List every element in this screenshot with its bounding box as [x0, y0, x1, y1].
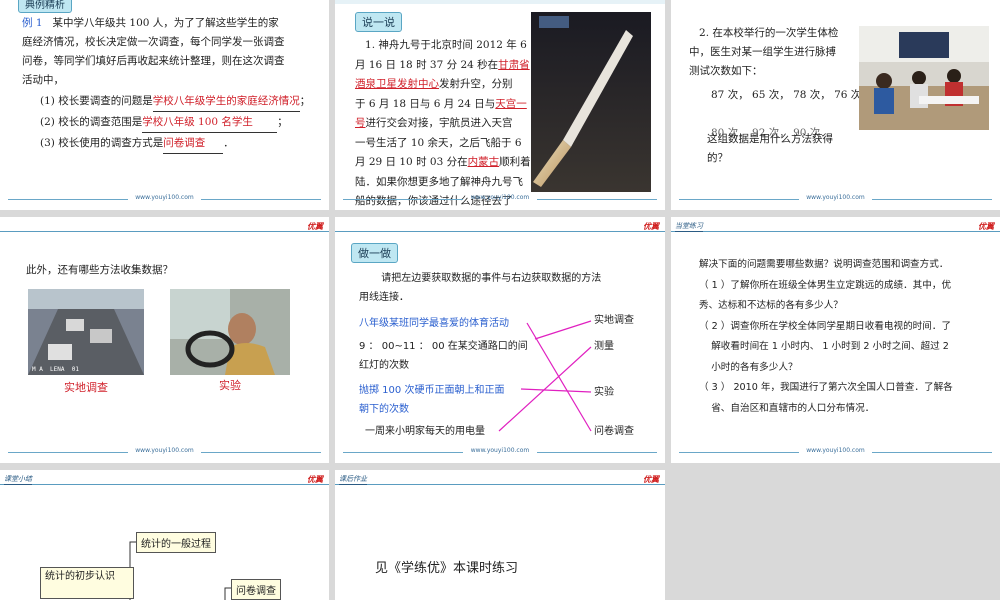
footer: www.youyi100.com	[671, 447, 1000, 457]
question-3: (3) 校长使用的调查方式是问卷调查．	[40, 134, 329, 154]
box-statistics-intro: 统计的初步认识	[40, 567, 134, 599]
methods-question: 此外，还有哪些方法收集数据？	[26, 264, 173, 276]
rocket-photo	[531, 12, 651, 192]
shenzhou-text: 1. 神舟九号于北京时间 2012 年 6 月 16 日 18 时 37 分 2…	[355, 39, 531, 207]
talk-tag: 说一说	[355, 12, 402, 32]
pulse-question: 这组数据是用什么方法获得 的？	[707, 133, 833, 164]
slide-summary: 课堂小结 优翼 统计的初步认识 统计的一般过程 问卷调查	[0, 470, 329, 600]
slide-header: 当堂练习 优翼	[671, 221, 1000, 235]
slide-pulse: 2. 在本校举行的一次学生体检 中，医生对某一组学生进行脉搏 测试次数如下： 8…	[671, 0, 1000, 210]
matching-lines	[498, 320, 592, 432]
section-tag: 典例精析	[18, 0, 72, 13]
slide-homework: 课后作业 优翼 见《学练优》本课时练习	[335, 470, 665, 600]
clinic-photo	[859, 26, 989, 130]
slide-methods: 优翼 此外，还有哪些方法收集数据？ M A LENA 01 实地调查 实验 ww…	[0, 217, 329, 463]
section-title: 当堂练习	[675, 222, 703, 232]
footer: www.youyi100.com	[0, 194, 329, 204]
pulse-text: 2. 在本校举行的一次学生体检 中，医生对某一组学生进行脉搏 测试次数如下：	[689, 27, 839, 77]
slide-talk: 说一说 1. 神舟九号于北京时间 2012 年 6 月 16 日 18 时 37…	[335, 0, 665, 210]
link-traffic-field	[534, 320, 592, 340]
logo: 优翼	[643, 475, 659, 484]
svg-text:M A LENA 01: M A LENA 01	[32, 366, 79, 373]
driving-photo	[170, 289, 290, 375]
slide-practice: 当堂练习 优翼 解决下面的问题需要哪些数据？说明调查范围和调查方式． （ 1 ）了…	[671, 217, 1000, 463]
link-coin-experiment	[520, 388, 592, 393]
slide-matching: 优翼 做一做 请把左边要获取数据的事件与右边获取数据的方法 用线连接． 八年级某班…	[335, 217, 665, 463]
slide-header: 课后作业 优翼	[335, 474, 665, 488]
footer: www.youyi100.com	[335, 447, 665, 457]
traffic-photo: M A LENA 01	[28, 289, 144, 375]
example-text: 例 1 某中学八年级共 100 人，为了了解这些学生的家 庭经济情况，校长决定做…	[22, 17, 285, 86]
logo: 优翼	[307, 222, 323, 231]
slide-header: 优翼	[0, 221, 329, 235]
section-title: 课后作业	[339, 475, 367, 485]
caption-experiment: 实验	[219, 379, 241, 392]
slide-example: 典例精析 例 1 某中学八年级共 100 人，为了了解这些学生的家 庭经济情况，…	[0, 0, 329, 210]
question-2: (2) 校长的调查范围是学校八年级 100 名学生；	[40, 113, 329, 133]
footer: www.youyi100.com	[671, 194, 1000, 204]
link-electricity-measure	[498, 346, 592, 432]
footer: www.youyi100.com	[335, 194, 665, 204]
question-1: (1) 校长要调查的问题是学校八年级学生的家庭经济情况；	[40, 92, 329, 112]
logo: 优翼	[978, 222, 994, 231]
caption-field-survey: 实地调查	[64, 381, 108, 394]
footer: www.youyi100.com	[0, 447, 329, 457]
homework-text: 见《学练优》本课时练习	[375, 561, 519, 576]
box-questionnaire: 问卷调查	[231, 579, 281, 600]
empty-slot	[671, 470, 1000, 600]
practice-text: 解决下面的问题需要哪些数据？说明调查范围和调查方式． （ 1 ）了解你所在班级全…	[699, 259, 953, 414]
box-general-process: 统计的一般过程	[136, 532, 216, 553]
